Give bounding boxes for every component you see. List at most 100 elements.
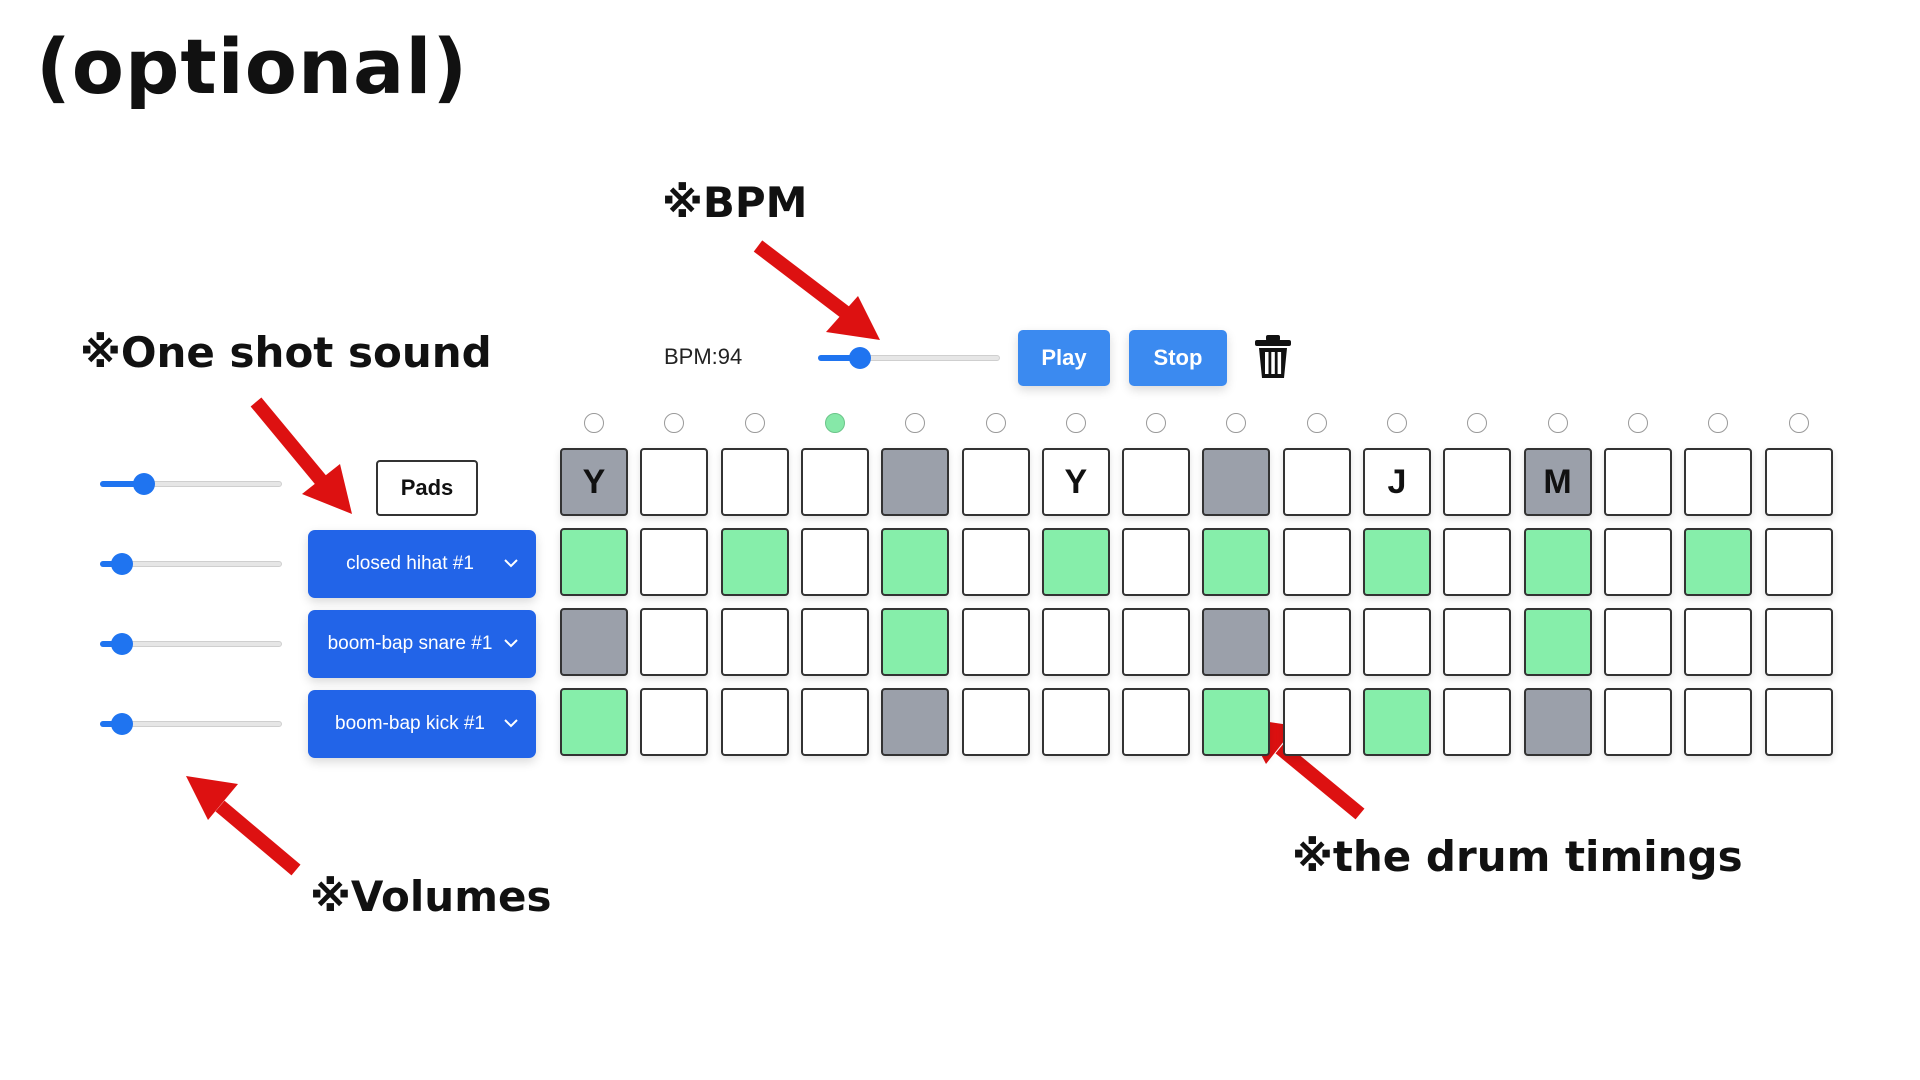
step-cell[interactable] (1282, 448, 1351, 516)
step-cell[interactable] (1603, 448, 1672, 516)
step-cell[interactable] (560, 608, 628, 676)
step-cell[interactable] (1603, 528, 1672, 596)
step-cell[interactable] (1282, 528, 1351, 596)
slider-knob[interactable] (132, 473, 155, 495)
step-indicator (1387, 413, 1407, 433)
step-cell[interactable] (1764, 608, 1833, 676)
sound-select-kick[interactable]: boom-bap kick #1 (308, 690, 536, 758)
step-cell[interactable] (1684, 448, 1753, 516)
step-cell[interactable] (961, 528, 1030, 596)
step-cell[interactable] (720, 448, 789, 516)
step-cell[interactable] (1282, 608, 1351, 676)
sound-select-label: boom-bap kick #1 (335, 713, 485, 734)
step-cell[interactable] (640, 448, 709, 516)
step-cell[interactable] (881, 448, 950, 516)
slider-knob[interactable] (110, 633, 133, 655)
step-indicator (1065, 413, 1086, 433)
step-cell[interactable] (1523, 608, 1592, 676)
step-cell[interactable] (1202, 608, 1271, 676)
volume-slider-kick[interactable] (100, 709, 282, 739)
sound-select-snare[interactable]: boom-bap snare #1 (308, 610, 536, 678)
step-cell[interactable] (720, 608, 789, 676)
step-cell[interactable] (1684, 688, 1753, 756)
slider-knob[interactable] (110, 553, 133, 575)
slide-title: (optional) (36, 22, 469, 111)
step-cell[interactable] (640, 608, 709, 676)
step-cell[interactable] (720, 528, 789, 596)
step-cell[interactable] (1041, 608, 1110, 676)
step-cell[interactable] (1523, 528, 1592, 596)
step-indicator (1226, 413, 1247, 433)
annotation-drum-timings: ※the drum timings (1292, 832, 1743, 881)
step-cell[interactable] (1041, 688, 1110, 756)
step-cell[interactable] (1122, 608, 1191, 676)
step-indicator (1627, 413, 1648, 433)
step-cell[interactable] (1202, 528, 1271, 596)
step-cell[interactable] (881, 528, 950, 596)
slider-knob[interactable] (110, 713, 133, 735)
step-cell[interactable] (1443, 528, 1512, 596)
step-cell[interactable] (1122, 448, 1191, 516)
step-indicator (664, 413, 685, 433)
step-cell[interactable] (1523, 688, 1592, 756)
play-button[interactable]: Play (1018, 330, 1110, 386)
step-indicator (1547, 413, 1568, 433)
volume-slider-pads[interactable] (100, 469, 282, 499)
trash-icon[interactable] (1254, 334, 1292, 380)
volume-slider-hihat[interactable] (100, 549, 282, 579)
sound-select-hihat[interactable]: closed hihat #1 (308, 530, 536, 598)
step-cell[interactable] (1041, 528, 1110, 596)
step-cell[interactable] (1122, 688, 1191, 756)
step-indicator (1306, 413, 1327, 433)
step-cell[interactable] (800, 528, 869, 596)
step-cell[interactable] (1684, 608, 1753, 676)
annotation-bpm: ※BPM (662, 178, 808, 227)
chevron-down-icon (504, 719, 518, 728)
step-cell[interactable] (1363, 608, 1431, 676)
step-cell[interactable] (640, 528, 709, 596)
step-cell[interactable] (881, 688, 950, 756)
pads-button[interactable]: Pads (376, 460, 478, 516)
step-indicator (1788, 413, 1809, 433)
step-cell[interactable] (961, 448, 1030, 516)
step-cell[interactable] (1684, 528, 1753, 596)
step-cell[interactable]: M (1523, 448, 1592, 516)
step-cell[interactable] (1363, 528, 1431, 596)
step-cell[interactable] (560, 528, 628, 596)
step-cell[interactable] (1443, 448, 1512, 516)
step-cell[interactable] (1282, 688, 1351, 756)
step-cell[interactable] (1764, 448, 1833, 516)
sound-select-label: closed hihat #1 (346, 553, 474, 574)
step-cell[interactable] (1122, 528, 1191, 596)
chevron-down-icon (504, 559, 518, 568)
step-cell[interactable] (640, 688, 709, 756)
step-cell[interactable]: Y (560, 448, 628, 516)
bpm-slider[interactable] (818, 343, 1000, 373)
step-cell[interactable] (800, 448, 869, 516)
step-cell[interactable] (560, 688, 628, 756)
step-cell[interactable] (800, 688, 869, 756)
step-cell[interactable]: J (1363, 448, 1431, 516)
step-cell[interactable] (720, 688, 789, 756)
slider-knob[interactable] (848, 347, 871, 369)
step-cell[interactable]: Y (1041, 448, 1110, 516)
step-cell[interactable] (1603, 608, 1672, 676)
step-cell[interactable] (1202, 688, 1271, 756)
step-cell[interactable] (961, 688, 1030, 756)
step-cell[interactable] (1764, 688, 1833, 756)
step-cell[interactable] (881, 608, 950, 676)
annotation-volumes: ※Volumes (310, 872, 552, 921)
step-indicator (1467, 413, 1488, 433)
bpm-label: BPM:94 (664, 344, 743, 369)
step-cell[interactable] (1202, 448, 1271, 516)
step-cell[interactable] (1764, 528, 1833, 596)
stop-button[interactable]: Stop (1129, 330, 1227, 386)
step-cell[interactable] (1363, 688, 1431, 756)
step-cell[interactable] (1443, 608, 1512, 676)
volume-slider-snare[interactable] (100, 629, 282, 659)
step-indicator (824, 413, 845, 433)
step-cell[interactable] (961, 608, 1030, 676)
step-cell[interactable] (1443, 688, 1512, 756)
step-cell[interactable] (1603, 688, 1672, 756)
step-cell[interactable] (800, 608, 869, 676)
